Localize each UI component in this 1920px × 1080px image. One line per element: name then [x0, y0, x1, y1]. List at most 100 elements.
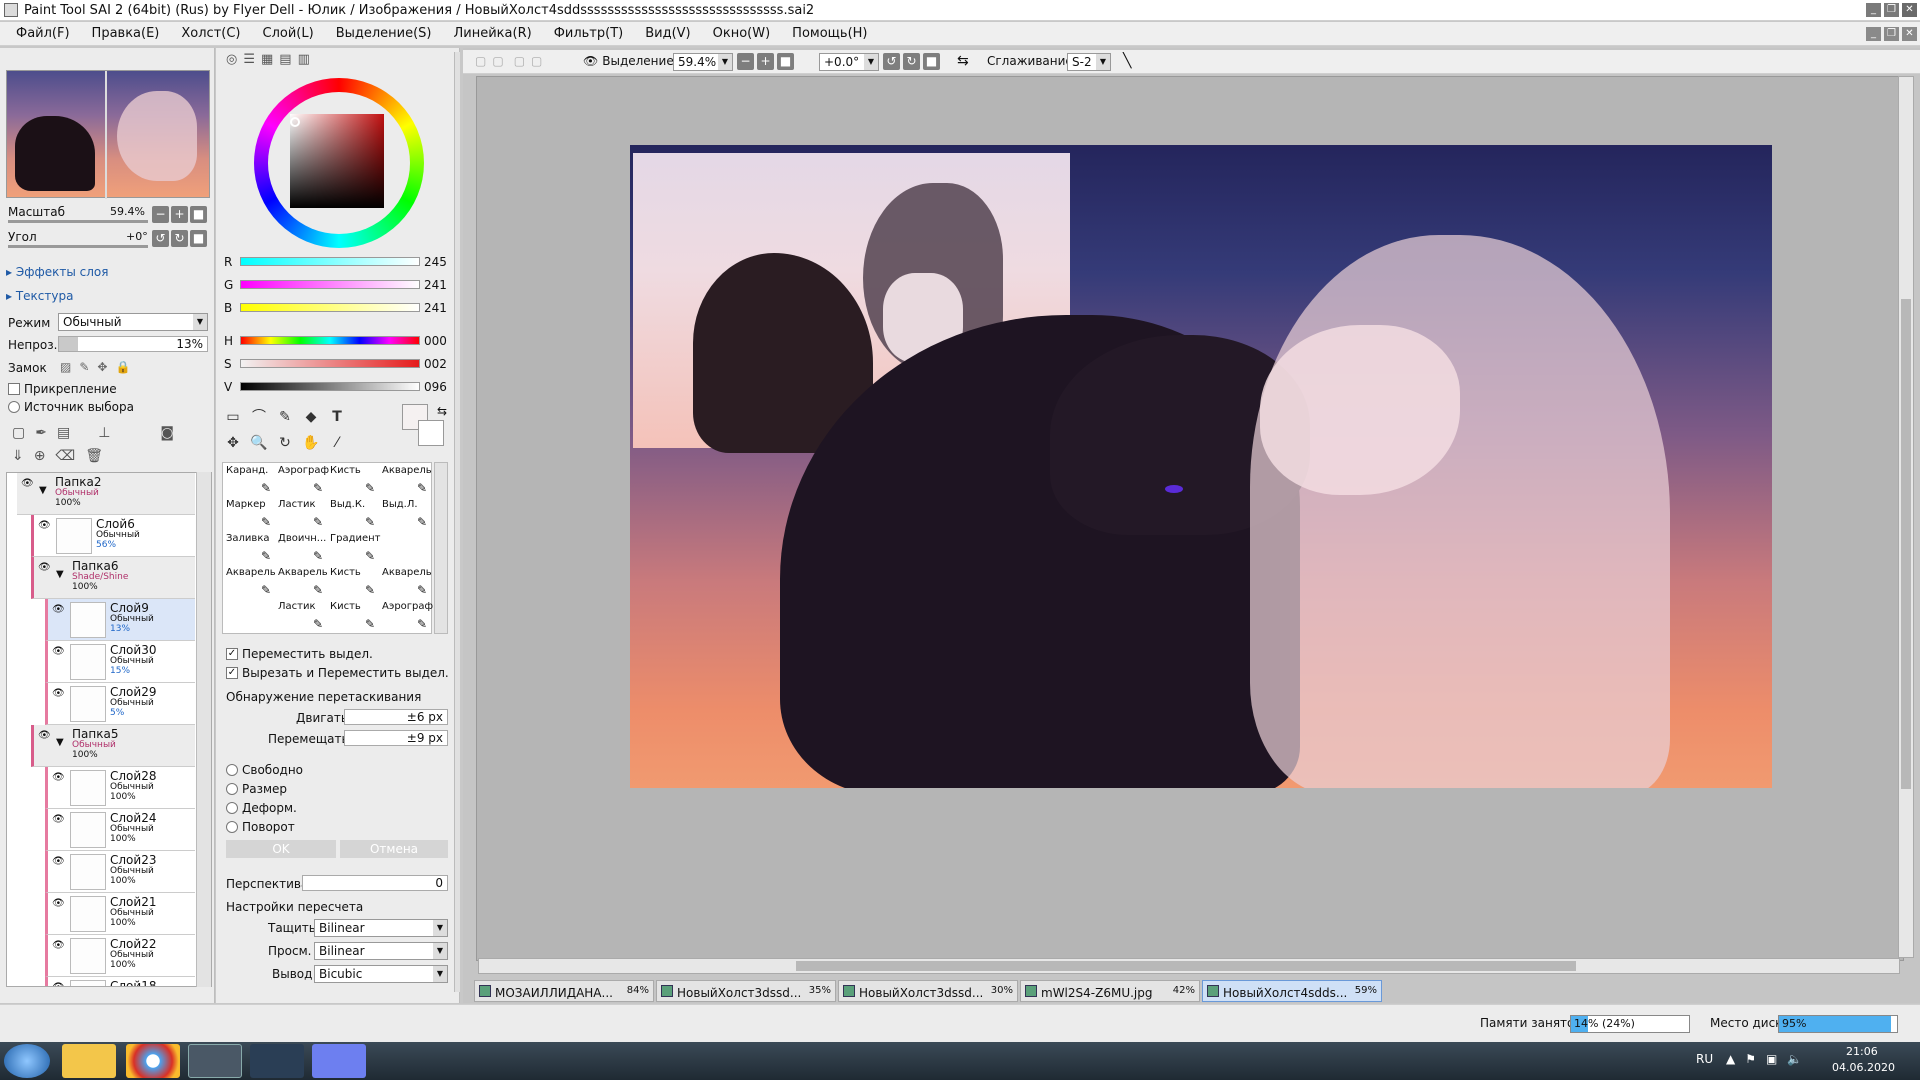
- brush-slot[interactable]: [379, 531, 431, 565]
- magic-wand-icon[interactable]: ✎: [272, 406, 298, 428]
- cut-move-checkbox[interactable]: ✓: [226, 667, 238, 679]
- menu-help[interactable]: Помощь(H): [792, 26, 867, 41]
- visibility-eye-icon[interactable]: 👁: [38, 563, 52, 573]
- visibility-eye-icon[interactable]: 👁: [52, 899, 66, 909]
- file-explorer-icon[interactable]: [62, 1044, 116, 1078]
- zoom-select[interactable]: 59.4% ▼: [673, 53, 733, 71]
- selection-visibility[interactable]: 👁 Выделение: [583, 54, 674, 68]
- selection-tool-icon[interactable]: ▭: [220, 406, 246, 428]
- layer-folder-row[interactable]: 👁 ▼ Папка6 Shade/Shine 100%: [31, 557, 195, 599]
- brush-slot[interactable]: Выд.К. ✎: [327, 497, 379, 531]
- close-button[interactable]: ✕: [1902, 3, 1917, 17]
- color-hsv-tab-icon[interactable]: ▦: [261, 52, 273, 67]
- toolbar-rotate-reset-button[interactable]: ■: [923, 53, 940, 70]
- scale-slider[interactable]: [8, 220, 148, 223]
- texture-section[interactable]: ▸ Текстура: [6, 289, 73, 303]
- merge-down-icon[interactable]: ⇓: [12, 448, 24, 464]
- toolbar-zoom-in-button[interactable]: +: [757, 53, 774, 70]
- color-wheel-tab-icon[interactable]: ◎: [226, 52, 237, 67]
- layer-row[interactable]: 👁 Слой21 Обычный 100%: [45, 893, 195, 935]
- layer-row[interactable]: 👁 Слой30 Обычный 15%: [45, 641, 195, 683]
- lock-paint-icon[interactable]: ✎: [79, 360, 89, 374]
- menu-selection[interactable]: Выделение(S): [336, 26, 432, 41]
- flip-canvas-icon[interactable]: ⇆: [957, 53, 969, 69]
- layer-row[interactable]: 👁 Слой28 Обычный 100%: [45, 767, 195, 809]
- visibility-eye-icon[interactable]: 👁: [52, 773, 66, 783]
- color-scratch-tab-icon[interactable]: ▥: [298, 52, 310, 67]
- visibility-eye-icon[interactable]: 👁: [52, 815, 66, 825]
- color-panel-scrollbar[interactable]: [454, 52, 460, 992]
- color-swatch-tab-icon[interactable]: ▤: [279, 52, 291, 67]
- visibility-eye-icon[interactable]: 👁: [52, 689, 66, 699]
- menu-canvas[interactable]: Холст(C): [181, 26, 240, 41]
- document-tab[interactable]: mWl2S4-Z6MU.jpg 42%: [1020, 980, 1200, 1002]
- toolbar-rotate-left-button[interactable]: ↺: [883, 53, 900, 70]
- move-selection-checkbox[interactable]: ✓: [226, 648, 238, 660]
- saturation-slider[interactable]: [240, 359, 420, 368]
- menu-edit[interactable]: Правка(E): [92, 26, 160, 41]
- visibility-eye-icon[interactable]: 👁: [52, 647, 66, 657]
- layer-effects-section[interactable]: ▸ Эффекты слоя: [6, 265, 108, 279]
- rotate-right-button[interactable]: ↻: [171, 230, 188, 247]
- menu-window[interactable]: Окно(W): [713, 26, 771, 41]
- document-tab[interactable]: НовыйХолст3dssd... 30%: [838, 980, 1018, 1002]
- layer-row[interactable]: 👁 Слой23 Обычный 100%: [45, 851, 195, 893]
- toolbar-zoom-out-button[interactable]: −: [737, 53, 754, 70]
- rotate-left-button[interactable]: ↺: [152, 230, 169, 247]
- preview-resample-select[interactable]: Bilinear ▼: [314, 942, 448, 960]
- visibility-eye-icon[interactable]: 👁: [38, 521, 52, 531]
- clear-layer-icon[interactable]: ⌫: [55, 448, 75, 464]
- brush-slot[interactable]: Кисть ✎: [327, 599, 379, 633]
- visibility-eye-icon[interactable]: 👁: [52, 983, 66, 987]
- blue-slider[interactable]: [240, 303, 420, 312]
- layer-row[interactable]: 👁 Слой22 Обычный 100%: [45, 935, 195, 977]
- move-threshold-slider[interactable]: ±6 px: [344, 709, 448, 725]
- zoom-tool-icon[interactable]: 🔍: [246, 432, 272, 454]
- layer-row[interactable]: 👁 Слой9 Обычный 13%: [45, 599, 195, 641]
- brush-slot[interactable]: Ластик ✎: [275, 497, 327, 531]
- action-center-icon[interactable]: ⚑: [1745, 1052, 1756, 1066]
- menu-file[interactable]: Файл(F): [16, 26, 70, 41]
- menu-ruler[interactable]: Линейка(R): [454, 26, 532, 41]
- mode-size-radio[interactable]: [226, 783, 238, 795]
- visibility-eye-icon[interactable]: 👁: [52, 941, 66, 951]
- drag-resample-select[interactable]: Bilinear ▼: [314, 919, 448, 937]
- text-tool-icon[interactable]: T: [324, 406, 350, 428]
- color-rgb-tab-icon[interactable]: ☰: [243, 52, 255, 67]
- layer-row[interactable]: 👁 Слой24 Обычный 100%: [45, 809, 195, 851]
- brush-slot[interactable]: Ластик ✎: [275, 599, 327, 633]
- network-icon[interactable]: ▣: [1766, 1052, 1777, 1066]
- green-slider[interactable]: [240, 280, 420, 289]
- lasso-tool-icon[interactable]: ⌒: [246, 406, 272, 428]
- menu-filter[interactable]: Фильтр(T): [554, 26, 624, 41]
- brush-grid-scrollbar[interactable]: [434, 462, 448, 634]
- layer-mask-icon[interactable]: ◙: [160, 425, 174, 441]
- vertical-scroll-thumb[interactable]: [1901, 299, 1911, 789]
- lock-all-icon[interactable]: 🔒: [115, 360, 130, 374]
- move-tool-icon[interactable]: ✥: [220, 432, 246, 454]
- move-selection-option[interactable]: ✓ Переместить выдел.: [226, 647, 373, 661]
- clipping-option[interactable]: Прикрепление: [8, 382, 117, 396]
- angle-slider[interactable]: [8, 245, 148, 248]
- brush-slot[interactable]: Выд.Л. ✎: [379, 497, 431, 531]
- cut-move-option[interactable]: ✓ Вырезать и Переместить выдел.: [226, 666, 449, 680]
- folder-expand-icon[interactable]: ▼: [39, 485, 47, 496]
- brush-slot[interactable]: Акварель ✎: [275, 565, 328, 599]
- document-tab[interactable]: МОЗАИЛЛИДАНА... 84%: [474, 980, 654, 1002]
- brush-slot[interactable]: Двоичн... ✎: [275, 531, 327, 565]
- start-button[interactable]: [4, 1044, 50, 1078]
- selection-source-radio[interactable]: [8, 401, 20, 413]
- smoothing-select[interactable]: S-2 ▼: [1067, 53, 1111, 71]
- volume-icon[interactable]: 🔈: [1787, 1052, 1802, 1066]
- navigator-preview[interactable]: [6, 70, 210, 199]
- rotation-select[interactable]: +0.0° ▼: [819, 53, 879, 71]
- perspective-slider[interactable]: 0: [302, 875, 448, 891]
- clock-date[interactable]: 04.06.2020: [1832, 1061, 1895, 1074]
- zoom-in-button[interactable]: +: [171, 206, 188, 223]
- vertical-scrollbar[interactable]: [1898, 76, 1914, 958]
- doc-restore-button[interactable]: ❐: [1884, 27, 1899, 41]
- ok-button[interactable]: OK: [226, 840, 336, 858]
- brush-slot[interactable]: Акварель ✎: [223, 565, 276, 599]
- brush-slot[interactable]: Акварель ✎: [379, 565, 432, 599]
- layer-row[interactable]: 👁 Слой18: [45, 977, 195, 987]
